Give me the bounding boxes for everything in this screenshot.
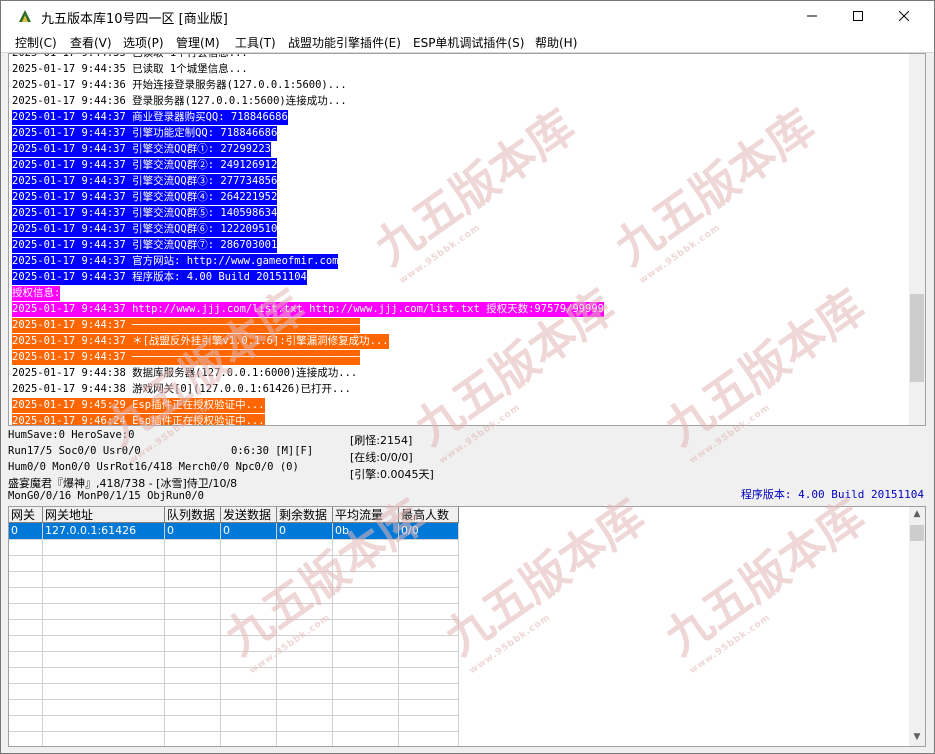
maximize-icon [853,11,863,21]
column-header[interactable]: 队列数据 [165,507,221,523]
gateway-table[interactable]: ▲ ▼ 网关 网关地址 队列数据 发送数据 剩余数据 平均流量 最高人数 0 127.0.0.1… [8,506,926,747]
log-line: 2025-01-17 9:44:36 登录服务器(127.0.0.1:5600)… [12,94,347,109]
status-run: Run17/5 Soc0/0 Usr0/0 [8,445,141,457]
program-version: 程序版本: 4.00 Build 20151104 [740,488,924,501]
grid-line [276,523,277,746]
grid-line [9,619,459,620]
app-icon [19,10,31,22]
main-window: 九五版本库10号四一区 [商业版] 控制(C) 查看(V) 选项(P) 管理(M… [0,0,935,754]
grid-line [332,523,333,746]
close-icon [899,11,909,21]
status-objects: Hum0/0 Mon0/0 UsrRot16/418 Merch0/0 Npc0… [8,461,299,473]
column-header[interactable]: 最高人数 [399,507,459,523]
table-cell[interactable]: 0/0 [399,523,459,539]
scroll-up-icon[interactable]: ▲ [910,509,924,521]
menu-manage[interactable]: 管理(M) [176,34,220,51]
log-scroll-thumb[interactable] [910,294,924,382]
status-monsters: MonG0/0/16 MonP0/1/15 ObjRun0/0 [8,490,204,502]
minimize-icon [807,15,817,17]
column-header[interactable]: 发送数据 [221,507,277,523]
log-line: 2025-01-17 9:44:37 引擎交流QQ群⑥: 122209510 [12,222,278,237]
grid-line [9,603,459,604]
log-line: 2025-01-17 9:44:37 http://www.jjj.com/li… [12,302,604,317]
grid-line [9,699,459,700]
table-cell[interactable]: 0 [277,523,333,539]
table-cell[interactable]: 0 [221,523,277,539]
grid-line [9,715,459,716]
column-header[interactable]: 平均流量 [333,507,399,523]
grid-line [9,571,459,572]
menu-options[interactable]: 选项(P) [123,34,164,51]
log-line: 2025-01-17 9:44:37 引擎交流QQ群③: 277734856 [12,174,278,189]
grid-line [9,731,459,732]
column-header[interactable]: 网关 [9,507,43,523]
grid-line [9,587,459,588]
menu-engine-plugin[interactable]: 战盟功能引擎插件(E) [288,34,401,51]
menu-help[interactable]: 帮助(H) [535,34,577,51]
status-uptime: 0:6:30 [M][F] [231,445,314,457]
log-panel[interactable]: 2025-01-17 9:46:24 Esp插件正在授权验证中... 2025-0… [8,53,926,426]
grid-line [164,523,165,746]
engine-days: [引擎:0.0045天] [350,468,434,481]
scroll-down-icon[interactable]: ▼ [910,732,924,744]
log-line: 2025-01-17 9:44:37 官方网站: http://www.game… [12,254,339,269]
menu-bar: 控制(C) 查看(V) 选项(P) 管理(M) 工具(T) 战盟功能引擎插件(E… [1,31,934,53]
log-line: 2025-01-17 9:45:29 Esp插件正在授权验证中... [12,398,265,413]
log-line: 2025-01-17 9:44:37 引擎交流QQ群②: 249126912 [12,158,278,173]
log-line: 2025-01-17 9:44:37 ─────────────────────… [12,350,360,365]
table-cell[interactable]: 0 [9,523,43,539]
log-line: 2025-01-17 9:44:35 已读取 1个城堡信息... [12,62,248,77]
menu-view[interactable]: 查看(V) [70,34,112,51]
log-line: 2025-01-17 9:44:37 商业登录器购买QQ: 718846686 [12,110,288,125]
grid-line [9,635,459,636]
grid-line [42,523,43,746]
log-line: 2025-01-17 9:44:37 程序版本: 4.00 Build 2015… [12,270,307,285]
column-header[interactable]: 网关地址 [43,507,165,523]
grid-line [9,667,459,668]
log-line: 2025-01-17 9:44:37 引擎交流QQ群⑦: 286703001 [12,238,278,253]
table-cell[interactable]: 127.0.0.1:61426 [43,523,165,539]
log-line: 2025-01-17 9:44:38 数据库服务器(127.0.0.1:6000… [12,366,358,381]
log-scrollbar[interactable] [909,54,925,425]
menu-control[interactable]: 控制(C) [15,34,57,51]
grid-line [9,651,459,652]
status-boss: 盛宴魔君『爆神』,418/738 - [冰雪]侍卫/10/8 [8,477,238,490]
table-cell[interactable]: 0 [165,523,221,539]
menu-tools[interactable]: 工具(T) [235,34,276,51]
grid-line [458,523,459,746]
menu-esp-plugin[interactable]: ESP单机调试插件(S) [413,34,524,51]
grid-line [220,523,221,746]
title-bar: 九五版本库10号四一区 [商业版] [1,1,934,31]
log-line: 2025-01-17 9:44:35 已读取 1个行会信息... [12,54,248,61]
status-save: HumSave:0 HeroSave:0 [8,429,135,441]
grid-line [9,539,459,540]
log-line: 2025-01-17 9:44:37 引擎交流QQ群①: 27299223 [12,142,271,157]
log-line: 2025-01-17 9:44:37 引擎功能定制QQ: 718846686 [12,126,278,141]
table-scroll-thumb[interactable] [910,525,924,541]
log-line: 2025-01-17 9:44:37 引擎交流QQ群④: 264221952 [12,190,278,205]
log-line: 授权信息: [12,286,61,301]
status-panel: HumSave:0 HeroSave:0 Run17/5 Soc0/0 Usr0… [8,428,926,506]
close-button[interactable] [881,1,927,31]
log-line: 2025-01-17 9:44:37 ＊[战盟反外挂引擎v1.0.1.6]:引擎… [12,334,389,349]
online-count: [在线:0/0/0] [350,451,413,464]
refresh-count: [刷怪:2154] [350,434,413,447]
maximize-button[interactable] [835,1,881,31]
log-line: 2025-01-17 9:44:38 游戏网关[0](127.0.0.1:614… [12,382,352,397]
log-line: 2025-01-17 9:44:37 ─────────────────────… [12,318,360,333]
grid-line [9,683,459,684]
log-line: 2025-01-17 9:44:36 开始连接登录服务器(127.0.0.1:5… [12,78,347,93]
window-title: 九五版本库10号四一区 [商业版] [41,12,228,27]
grid-line [398,523,399,746]
minimize-button[interactable] [789,1,835,31]
log-line: 2025-01-17 9:46:24 Esp插件正在授权验证中... [12,414,265,425]
log-line: 2025-01-17 9:44:37 引擎交流QQ群⑤: 140598634 [12,206,278,221]
table-scrollbar[interactable]: ▲ ▼ [909,507,925,746]
table-cell[interactable]: 0b [333,523,399,539]
grid-line [9,555,459,556]
column-header[interactable]: 剩余数据 [277,507,333,523]
